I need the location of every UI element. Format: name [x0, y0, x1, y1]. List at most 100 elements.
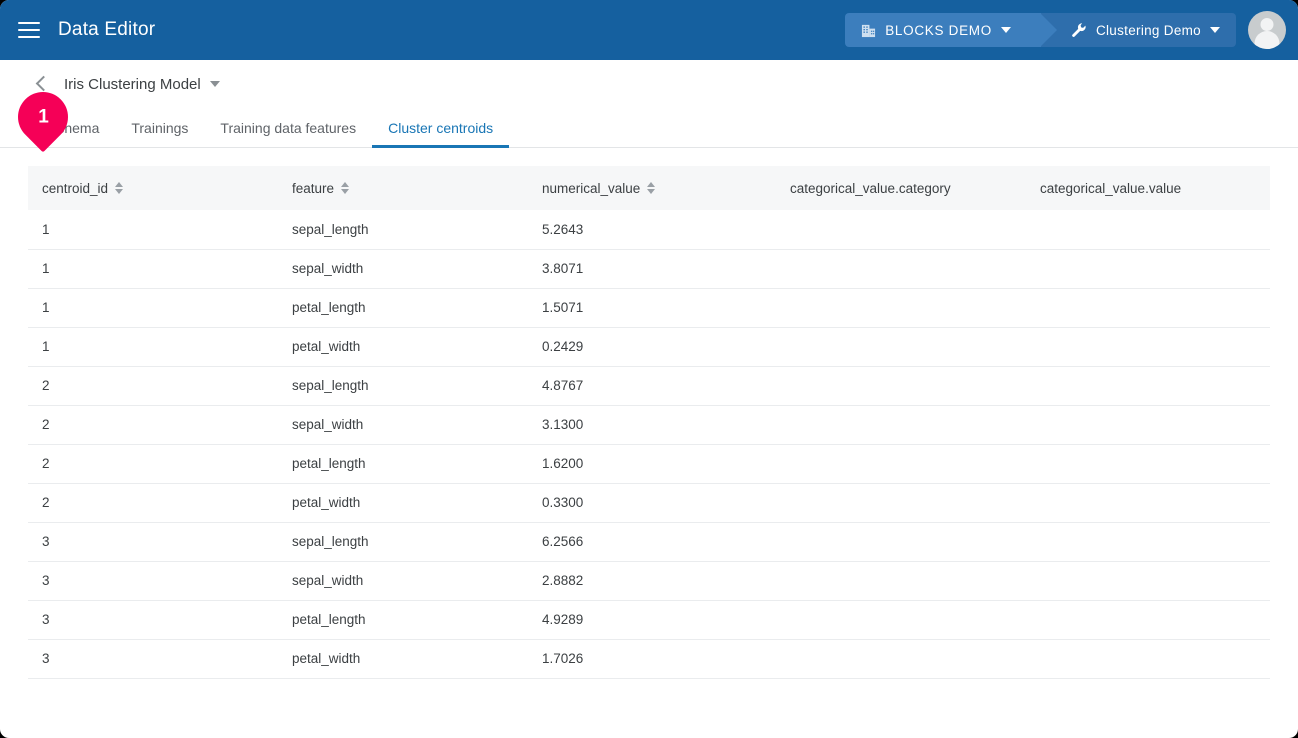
app-title: Data Editor — [58, 19, 156, 40]
column-header-label: numerical_value — [542, 180, 641, 196]
table-body: 1 sepal_length 5.2643 1 sepal_width 3.8071 1 pe… — [28, 210, 1270, 679]
cell-centroid-id: 2 — [28, 483, 278, 523]
cell-categorical-value — [1026, 366, 1270, 406]
table-row[interactable]: 3 petal_length 4.9289 — [28, 600, 1270, 640]
column-header-categorical-value-category[interactable]: categorical_value.category — [776, 166, 1026, 210]
project-chip-label: Clustering Demo — [1095, 22, 1201, 38]
breadcrumb: Iris Clustering Model — [0, 66, 1298, 102]
app-window: Data Editor BLOCKS DEMO Clustering Demo … — [0, 0, 1298, 738]
cell-centroid-id: 1 — [28, 210, 278, 250]
table-header-row: centroid_id feature numerical_value cate… — [28, 166, 1270, 210]
table-header: centroid_id feature numerical_value cate… — [28, 166, 1270, 210]
column-header-numerical-value[interactable]: numerical_value — [528, 166, 776, 210]
column-header-feature[interactable]: feature — [278, 166, 528, 210]
table-row[interactable]: 2 sepal_length 4.8767 — [28, 366, 1270, 406]
column-header-label: categorical_value.value — [1040, 180, 1182, 196]
cell-feature: petal_length — [278, 288, 528, 328]
table-row[interactable]: 1 petal_length 1.5071 — [28, 288, 1270, 328]
column-header-centroid-id[interactable]: centroid_id — [28, 166, 278, 210]
org-chip-label: BLOCKS DEMO — [885, 22, 992, 38]
column-header-label: feature — [292, 180, 335, 196]
cell-categorical-value — [1026, 600, 1270, 640]
cell-feature: sepal_length — [278, 210, 528, 250]
table-row[interactable]: 1 sepal_length 5.2643 — [28, 210, 1270, 250]
sort-icon[interactable] — [647, 182, 656, 194]
cell-categorical-value — [1026, 522, 1270, 562]
chevron-down-icon[interactable] — [1210, 27, 1220, 33]
chevron-down-icon[interactable] — [1000, 27, 1011, 33]
app-header-bar: Data Editor BLOCKS DEMO Clustering Demo — [0, 0, 1298, 60]
cell-categorical-category — [776, 444, 1026, 484]
cell-feature: sepal_length — [278, 366, 528, 406]
table-row[interactable]: 1 sepal_width 3.8071 — [28, 249, 1270, 289]
cell-numerical-value: 1.6200 — [528, 444, 776, 484]
cell-centroid-id: 2 — [28, 444, 278, 484]
cell-categorical-value — [1026, 561, 1270, 601]
cell-numerical-value: 3.1300 — [528, 405, 776, 445]
column-header-categorical-value-value[interactable]: categorical_value.value — [1026, 166, 1270, 210]
page-title: Iris Clustering Model — [64, 75, 201, 93]
table-row[interactable]: 3 sepal_width 2.8882 — [28, 561, 1270, 601]
sort-icon[interactable] — [115, 182, 124, 194]
cell-numerical-value: 1.7026 — [528, 639, 776, 679]
table-row[interactable]: 3 petal_width 1.7026 — [28, 639, 1270, 679]
cell-centroid-id: 2 — [28, 366, 278, 406]
cell-numerical-value: 4.8767 — [528, 366, 776, 406]
cell-centroid-id: 1 — [28, 327, 278, 367]
back-chevron-icon[interactable] — [32, 75, 50, 93]
cell-numerical-value: 4.9289 — [528, 600, 776, 640]
table-row[interactable]: 3 sepal_length 6.2566 — [28, 522, 1270, 562]
project-selector-chip[interactable]: Clustering Demo — [1040, 13, 1236, 47]
cell-categorical-category — [776, 522, 1026, 562]
cell-categorical-category — [776, 327, 1026, 367]
cell-categorical-category — [776, 561, 1026, 601]
breadcrumb-chips: BLOCKS DEMO Clustering Demo — [845, 13, 1236, 47]
app-header-right: BLOCKS DEMO Clustering Demo — [845, 11, 1286, 49]
cell-numerical-value: 3.8071 — [528, 249, 776, 289]
cell-categorical-category — [776, 210, 1026, 250]
cell-feature: sepal_width — [278, 561, 528, 601]
cell-numerical-value: 0.3300 — [528, 483, 776, 523]
cell-centroid-id: 1 — [28, 249, 278, 289]
cell-numerical-value: 6.2566 — [528, 522, 776, 562]
cell-feature: sepal_width — [278, 249, 528, 289]
cell-numerical-value: 0.2429 — [528, 327, 776, 367]
cell-feature: petal_length — [278, 600, 528, 640]
avatar-head — [1260, 18, 1274, 31]
cell-feature: petal_width — [278, 483, 528, 523]
cell-centroid-id: 3 — [28, 522, 278, 562]
cell-centroid-id: 3 — [28, 600, 278, 640]
tab-cluster-centroids[interactable]: Cluster centroids — [372, 120, 510, 148]
cell-categorical-value — [1026, 405, 1270, 445]
avatar-body — [1254, 31, 1280, 49]
table-row[interactable]: 2 petal_width 0.3300 — [28, 483, 1270, 523]
table-row[interactable]: 2 petal_length 1.6200 — [28, 444, 1270, 484]
tab-trainings[interactable]: Trainings — [115, 120, 204, 147]
cell-centroid-id: 3 — [28, 639, 278, 679]
cell-categorical-value — [1026, 249, 1270, 289]
cell-categorical-value — [1026, 288, 1270, 328]
tab-training-data-features[interactable]: Training data features — [204, 120, 372, 147]
cell-categorical-category — [776, 249, 1026, 289]
column-header-label: centroid_id — [42, 180, 109, 196]
cell-feature: petal_width — [278, 327, 528, 367]
building-icon — [861, 23, 876, 38]
cell-categorical-category — [776, 288, 1026, 328]
cell-categorical-value — [1026, 210, 1270, 250]
cell-numerical-value: 2.8882 — [528, 561, 776, 601]
cell-numerical-value: 1.5071 — [528, 288, 776, 328]
chevron-down-icon[interactable] — [209, 81, 220, 87]
cell-categorical-value — [1026, 483, 1270, 523]
sort-icon[interactable] — [341, 182, 350, 194]
cell-categorical-value — [1026, 327, 1270, 367]
cell-categorical-category — [776, 405, 1026, 445]
table-row[interactable]: 2 sepal_width 3.1300 — [28, 405, 1270, 445]
org-selector-chip[interactable]: BLOCKS DEMO — [845, 13, 1057, 47]
hamburger-menu-icon[interactable] — [18, 17, 44, 43]
avatar[interactable] — [1248, 11, 1286, 49]
cell-feature: petal_length — [278, 444, 528, 484]
column-header-label: categorical_value.category — [790, 180, 951, 196]
cell-categorical-category — [776, 639, 1026, 679]
table-row[interactable]: 1 petal_width 0.2429 — [28, 327, 1270, 367]
cell-feature: sepal_length — [278, 522, 528, 562]
